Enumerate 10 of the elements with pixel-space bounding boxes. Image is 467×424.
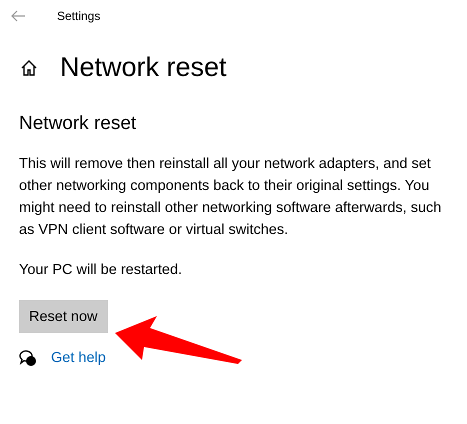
get-help-link[interactable]: Get help [51, 350, 106, 366]
window-title: Settings [57, 9, 100, 23]
help-icon [19, 349, 37, 367]
note-text: Your PC will be restarted. [19, 262, 184, 278]
section-title: Network reset [19, 113, 138, 135]
description-text: This will remove then reinstall all your network adapters, and set other networking components back to their original settings. You might need to reinstall other networking software afterwards, such as VPN client software or virtual switches. [19, 155, 442, 240]
back-icon[interactable] [10, 8, 26, 24]
page-title: Network reset [60, 52, 227, 83]
home-icon[interactable] [20, 58, 38, 76]
reset-button[interactable]: Reset now [19, 300, 108, 333]
